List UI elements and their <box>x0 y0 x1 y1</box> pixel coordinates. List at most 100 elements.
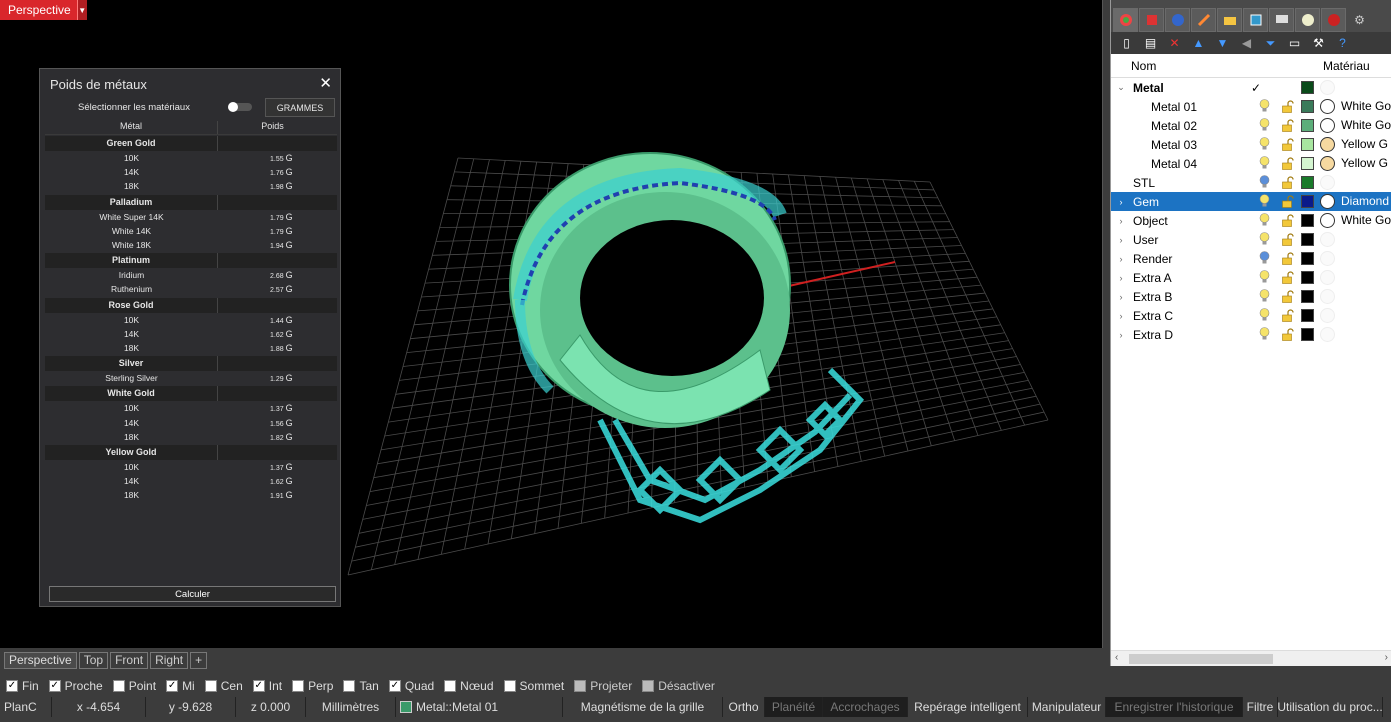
properties-tab-icon[interactable] <box>1191 8 1216 32</box>
viewport-tab[interactable]: Perspective <box>4 651 77 669</box>
lock-icon[interactable] <box>1281 138 1294 151</box>
osnap-checkbox[interactable]: ✓ Mi <box>166 679 195 693</box>
osnap-checkbox[interactable]: ✓ Proche <box>48 679 103 693</box>
osnap-checkbox[interactable]: Tan <box>343 679 379 693</box>
current-layer-label[interactable]: Metal::Metal 01 <box>416 700 498 714</box>
layer-name[interactable]: Metal 02 <box>1131 119 1251 133</box>
layer-color-swatch[interactable] <box>1301 290 1314 303</box>
osnap-label[interactable]: Désactiver <box>658 679 715 693</box>
scroll-thumb[interactable] <box>1129 654 1273 664</box>
layer-name[interactable]: Metal 03 <box>1131 138 1251 152</box>
layer-row[interactable]: › Extra B <box>1111 287 1391 306</box>
add-viewport-tab[interactable]: + <box>190 651 208 669</box>
layer-row[interactable]: › Extra A <box>1111 268 1391 287</box>
material-ball-icon[interactable] <box>1320 232 1335 247</box>
expand-toggle-icon[interactable]: › <box>1111 197 1131 207</box>
layer-name[interactable]: Object <box>1131 214 1251 228</box>
layer-color-swatch[interactable] <box>1301 252 1314 265</box>
status-toggle-pane[interactable]: Enregistrer l'historique <box>1106 697 1243 717</box>
expand-toggle-icon[interactable]: › <box>1111 254 1131 264</box>
expand-toggle-icon[interactable]: › <box>1111 216 1131 226</box>
layer-color-swatch[interactable] <box>1301 233 1314 246</box>
visibility-bulb-icon[interactable] <box>1259 232 1270 246</box>
move-parent-icon[interactable]: ◀ <box>1239 36 1254 50</box>
new-layer-icon[interactable]: ▯ <box>1119 36 1134 50</box>
status-toggle-pane[interactable]: Filtre <box>1243 697 1278 717</box>
expand-toggle-icon[interactable]: › <box>1111 235 1131 245</box>
status-toggle-pane[interactable]: Repérage intelligent <box>908 697 1028 717</box>
gear-icon[interactable]: ⚙ <box>1347 8 1372 32</box>
lock-icon[interactable] <box>1281 290 1294 303</box>
status-toggle-pane[interactable]: Utilisation du proc... <box>1278 697 1383 717</box>
move-up-icon[interactable]: ▲ <box>1191 36 1206 50</box>
layer-row[interactable]: › Gem Diamond <box>1111 192 1391 211</box>
layer-color-swatch[interactable] <box>1301 195 1314 208</box>
layer-name[interactable]: Extra A <box>1131 271 1251 285</box>
lock-icon[interactable] <box>1281 195 1294 208</box>
lock-icon[interactable] <box>1281 157 1294 170</box>
osnap-checkbox[interactable]: Sommet <box>503 679 564 693</box>
layer-row[interactable]: Metal 01 White Go <box>1111 97 1391 116</box>
status-toggle-pane[interactable]: Magnétisme de la grille <box>563 697 723 717</box>
visibility-bulb-icon[interactable] <box>1259 289 1270 303</box>
layer-color-swatch[interactable] <box>1301 157 1314 170</box>
viewport-title-label[interactable]: Perspective <box>0 3 77 17</box>
osnap-label[interactable]: Fin <box>22 679 39 693</box>
checkbox-checked-icon[interactable]: ✓ <box>252 680 265 692</box>
material-ball-icon[interactable] <box>1320 156 1335 171</box>
select-materials-toggle[interactable] <box>228 102 252 112</box>
layer-row[interactable]: › Extra C <box>1111 306 1391 325</box>
visibility-bulb-icon[interactable] <box>1259 251 1270 265</box>
layer-name[interactable]: Metal 04 <box>1131 157 1251 171</box>
status-toggle-pane[interactable]: Accrochages <box>823 697 908 717</box>
layer-row[interactable]: Metal 03 Yellow G <box>1111 135 1391 154</box>
layer-name[interactable]: Extra D <box>1131 328 1251 342</box>
osnap-checkbox[interactable]: Nœud <box>444 679 494 693</box>
visibility-bulb-icon[interactable] <box>1259 137 1270 151</box>
render-tab-icon[interactable] <box>1165 8 1190 32</box>
layer-color-swatch[interactable] <box>1301 100 1314 113</box>
checkbox-empty-icon[interactable] <box>343 680 356 692</box>
layer-row[interactable]: › Render <box>1111 249 1391 268</box>
layer-color-swatch[interactable] <box>1301 271 1314 284</box>
lock-icon[interactable] <box>1281 100 1294 113</box>
checkbox-checked-icon[interactable]: ✓ <box>6 680 18 692</box>
material-name[interactable]: Yellow G <box>1341 137 1388 151</box>
lock-icon[interactable] <box>1281 309 1294 322</box>
display-tab-icon[interactable] <box>1269 8 1294 32</box>
visibility-bulb-icon[interactable] <box>1259 270 1270 284</box>
layer-row[interactable]: ⌄ Metal ✓ <box>1111 78 1391 97</box>
visibility-bulb-icon[interactable] <box>1259 118 1270 132</box>
viewport-tab[interactable]: Top <box>78 651 109 669</box>
layer-name[interactable]: Gem <box>1131 195 1251 209</box>
col-name-header[interactable]: Nom <box>1131 59 1323 73</box>
material-name[interactable]: White Go <box>1341 213 1391 227</box>
lock-icon[interactable] <box>1281 271 1294 284</box>
osnap-checkbox[interactable]: Projeter <box>574 679 632 693</box>
osnap-label[interactable]: Mi <box>182 679 195 693</box>
current-layer-check-icon[interactable]: ✓ <box>1251 81 1271 95</box>
layer-name[interactable]: User <box>1131 233 1251 247</box>
chevron-down-icon[interactable]: ▼ <box>76 0 87 20</box>
viewport-title[interactable]: Perspective ▼ <box>0 0 87 20</box>
units-label[interactable]: Millimètres <box>306 697 396 717</box>
close-icon[interactable]: ✕ <box>319 74 332 92</box>
osnap-label[interactable]: Cen <box>221 679 243 693</box>
lock-icon[interactable] <box>1281 214 1294 227</box>
delete-icon[interactable]: ✕ <box>1167 36 1182 50</box>
visibility-bulb-icon[interactable] <box>1259 308 1270 322</box>
material-ball-icon[interactable] <box>1320 251 1335 266</box>
material-ball-icon[interactable] <box>1320 118 1335 133</box>
material-ball-icon[interactable] <box>1320 80 1335 95</box>
expand-toggle-icon[interactable]: › <box>1111 330 1131 340</box>
layer-name[interactable]: Render <box>1131 252 1251 266</box>
layer-row[interactable]: › Object White Go <box>1111 211 1391 230</box>
layer-row[interactable]: STL <box>1111 173 1391 192</box>
checkbox-checked-icon[interactable]: ✓ <box>166 680 179 692</box>
scroll-right-icon[interactable]: › <box>1385 652 1388 663</box>
osnap-label[interactable]: Projeter <box>590 679 632 693</box>
layer-name[interactable]: Extra B <box>1131 290 1251 304</box>
layer-tools-icon[interactable]: ▭ <box>1287 36 1302 50</box>
checkbox-empty-icon[interactable] <box>292 680 305 692</box>
move-down-icon[interactable]: ▼ <box>1215 36 1230 50</box>
